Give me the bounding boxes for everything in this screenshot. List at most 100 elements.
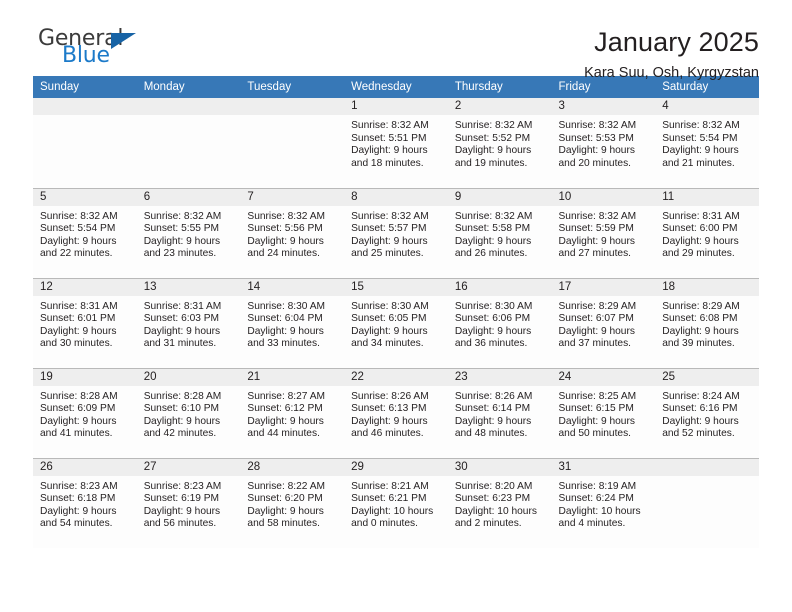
calendar-day-cell[interactable]: 27 Sunrise: 8:23 AM Sunset: 6:19 PM Dayligh…: [136, 457, 241, 548]
calendar-cell-empty: [136, 98, 241, 188]
calendar-day-cell[interactable]: 3 Sunrise: 8:32 AM Sunset: 5:53 PM Daylight…: [551, 98, 656, 188]
sunset-text: Sunset: 5:53 PM: [558, 132, 634, 144]
day-number: 23: [447, 368, 552, 386]
weekday-header-wednesday: Wednesday: [344, 76, 448, 98]
sunrise-text: Sunrise: 8:31 AM: [662, 210, 740, 222]
daylight-text-line2: and 4 minutes.: [558, 518, 626, 530]
sunrise-text: Sunrise: 8:29 AM: [558, 300, 637, 312]
sunrise-text: Sunrise: 8:22 AM: [247, 480, 325, 492]
day-details: Sunrise: 8:24 AM Sunset: 6:16 PM Daylight:…: [655, 386, 759, 441]
day-number: [136, 98, 241, 115]
calendar-day-cell[interactable]: 22 Sunrise: 8:26 AM Sunset: 6:13 PM Dayligh…: [344, 367, 448, 458]
sunrise-text: Sunrise: 8:30 AM: [247, 300, 325, 312]
sunrise-text: Sunrise: 8:20 AM: [454, 480, 533, 492]
calendar-day-cell[interactable]: 20 Sunrise: 8:28 AM Sunset: 6:10 PM Dayligh…: [136, 367, 241, 458]
day-details: Sunrise: 8:31 AM Sunset: 6:03 PM Daylight:…: [137, 296, 241, 351]
calendar-day-cell[interactable]: 26 Sunrise: 8:23 AM Sunset: 6:18 PM Dayligh…: [33, 457, 137, 548]
daylight-text-line2: and 27 minutes.: [558, 248, 632, 260]
calendar-day-cell[interactable]: 28 Sunrise: 8:22 AM Sunset: 6:20 PM Dayligh…: [240, 457, 345, 548]
day-details: Sunrise: 8:21 AM Sunset: 6:21 PM Daylight:…: [344, 476, 448, 531]
calendar-day-cell[interactable]: 5 Sunrise: 8:32 AM Sunset: 5:54 PM Daylight…: [33, 187, 137, 278]
generalblue-logo[interactable]: General Blue: [33, 28, 153, 74]
day-number: 2: [447, 98, 552, 115]
daylight-text-line2: and 22 minutes.: [40, 248, 113, 260]
calendar-day-cell[interactable]: 16 Sunrise: 8:30 AM Sunset: 6:06 PM Dayligh…: [447, 277, 552, 368]
calendar-day-cell[interactable]: 18 Sunrise: 8:29 AM Sunset: 6:08 PM Dayligh…: [655, 277, 759, 368]
day-details: Sunrise: 8:31 AM Sunset: 6:01 PM Daylight:…: [33, 296, 137, 351]
calendar-day-cell[interactable]: 25 Sunrise: 8:24 AM Sunset: 6:16 PM Dayligh…: [655, 367, 759, 458]
day-details: Sunrise: 8:32 AM Sunset: 5:54 PM Daylight:…: [655, 115, 759, 170]
calendar-day-cell[interactable]: 17 Sunrise: 8:29 AM Sunset: 6:07 PM Dayligh…: [551, 277, 656, 368]
daylight-text-line1: Daylight: 10 hours: [454, 505, 537, 517]
daylight-text-line2: and 31 minutes.: [143, 338, 217, 350]
calendar-day-cell[interactable]: 21 Sunrise: 8:27 AM Sunset: 6:12 PM Dayligh…: [240, 367, 345, 458]
calendar-day-cell[interactable]: 8 Sunrise: 8:32 AM Sunset: 5:57 PM Daylight…: [344, 187, 448, 278]
day-cell-inner: 23 Sunrise: 8:26 AM Sunset: 6:14 PM Dayligh…: [447, 368, 552, 458]
day-details: Sunrise: 8:27 AM Sunset: 6:12 PM Daylight:…: [240, 386, 344, 441]
logo-text-blue: Blue: [62, 43, 110, 68]
calendar-day-cell[interactable]: 9 Sunrise: 8:32 AM Sunset: 5:58 PM Daylight…: [447, 187, 552, 278]
day-number: 19: [33, 368, 137, 386]
calendar-day-cell[interactable]: 30 Sunrise: 8:20 AM Sunset: 6:23 PM Dayligh…: [447, 457, 552, 548]
daylight-text-line1: Daylight: 9 hours: [247, 505, 324, 517]
day-cell-inner: [33, 98, 137, 187]
day-cell-inner: 17 Sunrise: 8:29 AM Sunset: 6:07 PM Dayligh…: [551, 278, 656, 368]
calendar-day-cell[interactable]: 11 Sunrise: 8:31 AM Sunset: 6:00 PM Dayligh…: [655, 187, 759, 278]
sunset-text: Sunset: 6:24 PM: [558, 493, 634, 505]
calendar-day-cell[interactable]: 12 Sunrise: 8:31 AM Sunset: 6:01 PM Dayligh…: [33, 277, 137, 368]
day-details: Sunrise: 8:28 AM Sunset: 6:10 PM Daylight:…: [137, 386, 241, 441]
calendar-day-cell[interactable]: 2 Sunrise: 8:32 AM Sunset: 5:52 PM Daylight…: [447, 98, 552, 188]
calendar-day-cell[interactable]: 10 Sunrise: 8:32 AM Sunset: 5:59 PM Dayligh…: [551, 187, 656, 278]
calendar-day-cell[interactable]: 13 Sunrise: 8:31 AM Sunset: 6:03 PM Dayligh…: [136, 277, 241, 368]
calendar-day-cell[interactable]: 31 Sunrise: 8:19 AM Sunset: 6:24 PM Dayligh…: [551, 457, 656, 548]
day-number: 3: [551, 98, 656, 115]
sunrise-text: Sunrise: 8:26 AM: [454, 390, 533, 402]
day-number: 4: [655, 98, 759, 115]
calendar-body: 1 Sunrise: 8:32 AM Sunset: 5:51 PM Daylight…: [33, 98, 759, 548]
day-details: Sunrise: 8:32 AM Sunset: 5:54 PM Daylight:…: [33, 206, 137, 261]
daylight-text-line1: Daylight: 9 hours: [558, 235, 635, 247]
calendar-cell-empty: [240, 98, 345, 188]
day-number: 20: [136, 368, 241, 386]
calendar-day-cell[interactable]: 7 Sunrise: 8:32 AM Sunset: 5:56 PM Daylight…: [240, 187, 345, 278]
calendar-day-cell[interactable]: 23 Sunrise: 8:26 AM Sunset: 6:14 PM Dayligh…: [447, 367, 552, 458]
sunrise-text: Sunrise: 8:32 AM: [351, 210, 429, 222]
day-cell-inner: 16 Sunrise: 8:30 AM Sunset: 6:06 PM Dayligh…: [447, 278, 552, 368]
day-number: 29: [344, 458, 448, 476]
calendar-day-cell[interactable]: 1 Sunrise: 8:32 AM Sunset: 5:51 PM Daylight…: [344, 98, 448, 188]
calendar-day-cell[interactable]: 29 Sunrise: 8:21 AM Sunset: 6:21 PM Dayligh…: [344, 457, 448, 548]
calendar-day-cell[interactable]: 6 Sunrise: 8:32 AM Sunset: 5:55 PM Daylight…: [136, 187, 241, 278]
daylight-text-line2: and 46 minutes.: [351, 428, 424, 440]
sunrise-text: Sunrise: 8:32 AM: [454, 210, 533, 222]
calendar-day-cell[interactable]: 19 Sunrise: 8:28 AM Sunset: 6:09 PM Dayligh…: [33, 367, 137, 458]
day-details: Sunrise: 8:31 AM Sunset: 6:00 PM Daylight:…: [655, 206, 759, 261]
day-cell-inner: [136, 98, 241, 187]
daylight-text-line2: and 41 minutes.: [40, 428, 113, 440]
day-details: Sunrise: 8:20 AM Sunset: 6:23 PM Daylight:…: [448, 476, 552, 531]
sunset-text: Sunset: 6:07 PM: [558, 313, 634, 325]
day-number: 22: [344, 368, 448, 386]
day-number: 6: [136, 188, 241, 206]
daylight-text-line1: Daylight: 10 hours: [351, 505, 434, 517]
calendar-day-cell[interactable]: 24 Sunrise: 8:25 AM Sunset: 6:15 PM Dayligh…: [551, 367, 656, 458]
day-details: Sunrise: 8:30 AM Sunset: 6:06 PM Daylight:…: [448, 296, 552, 351]
day-cell-inner: 13 Sunrise: 8:31 AM Sunset: 6:03 PM Dayligh…: [136, 278, 241, 368]
day-number: [655, 458, 759, 476]
day-cell-inner: 28 Sunrise: 8:22 AM Sunset: 6:20 PM Dayligh…: [240, 458, 345, 548]
calendar-day-cell[interactable]: 4 Sunrise: 8:32 AM Sunset: 5:54 PM Daylight…: [655, 98, 759, 188]
day-cell-inner: 26 Sunrise: 8:23 AM Sunset: 6:18 PM Dayligh…: [33, 458, 137, 548]
calendar-day-cell[interactable]: 15 Sunrise: 8:30 AM Sunset: 6:05 PM Dayligh…: [344, 277, 448, 368]
sunset-text: Sunset: 6:01 PM: [40, 313, 116, 325]
calendar-day-cell[interactable]: 14 Sunrise: 8:30 AM Sunset: 6:04 PM Dayligh…: [240, 277, 345, 368]
sunset-text: Sunset: 6:23 PM: [454, 493, 531, 505]
daylight-text-line2: and 36 minutes.: [454, 338, 528, 350]
day-cell-inner: 19 Sunrise: 8:28 AM Sunset: 6:09 PM Dayligh…: [33, 368, 137, 458]
sunset-text: Sunset: 6:14 PM: [454, 403, 531, 415]
day-number: 13: [136, 278, 241, 296]
daylight-text-line1: Daylight: 10 hours: [558, 505, 641, 517]
daylight-text-line2: and 30 minutes.: [40, 338, 113, 350]
day-details: Sunrise: 8:29 AM Sunset: 6:08 PM Daylight:…: [655, 296, 759, 351]
weekday-header-tuesday: Tuesday: [240, 76, 345, 98]
daylight-text-line1: Daylight: 9 hours: [662, 325, 739, 337]
daylight-text-line1: Daylight: 9 hours: [662, 235, 739, 247]
